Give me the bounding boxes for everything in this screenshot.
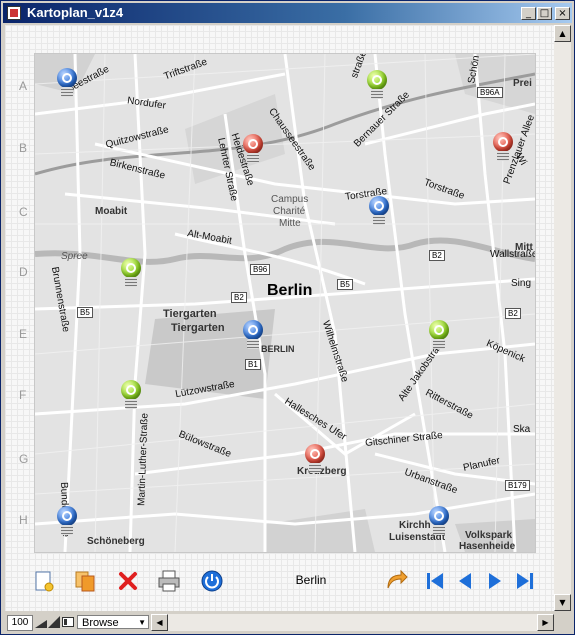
district-label: BERLIN — [261, 344, 295, 354]
new-document-icon[interactable] — [32, 569, 56, 593]
last-record-icon[interactable] — [513, 569, 537, 593]
district-label: Hasenheide — [459, 541, 516, 552]
map-pin-blue[interactable] — [241, 320, 265, 350]
app-window: Kartoplan_v1z4 _ □ × 1 2 3 4 5 6 7 8 A B… — [0, 0, 575, 635]
first-record-icon[interactable] — [423, 569, 447, 593]
row-header: C — [19, 205, 28, 219]
scroll-right-button[interactable]: ▶ — [537, 614, 554, 631]
road-shield: B2 — [505, 308, 521, 319]
close-button[interactable]: × — [555, 7, 570, 20]
record-title: Berlin — [295, 573, 327, 587]
road-shield: B96A — [477, 87, 503, 98]
road-shield: B5 — [77, 307, 93, 318]
zoom-level[interactable]: 100 — [7, 615, 33, 631]
road-shield: B2 — [429, 250, 445, 261]
district-label: Campus — [271, 194, 309, 205]
status-bar: 100 Browse ▼ — [5, 614, 151, 631]
power-icon[interactable] — [200, 569, 224, 593]
vertical-scrollbar[interactable]: ▲ ▼ — [554, 25, 571, 611]
print-icon[interactable] — [157, 569, 181, 593]
road-shield: B2 — [231, 292, 247, 303]
map-pin-red[interactable] — [241, 134, 265, 164]
map-pin-green[interactable] — [119, 380, 143, 410]
scroll-left-button[interactable]: ◀ — [151, 614, 168, 631]
map-pin-blue[interactable] — [55, 68, 79, 98]
zoom-in-icon[interactable] — [48, 616, 60, 628]
pin-icon — [121, 258, 141, 278]
map-pin-blue[interactable] — [55, 506, 79, 536]
road-shield: B5 — [337, 279, 353, 290]
map-pin-red[interactable] — [491, 132, 515, 162]
chevron-down-icon: ▼ — [138, 618, 146, 627]
water-label: Spree — [61, 251, 88, 262]
row-header: H — [19, 513, 28, 527]
pin-icon — [57, 506, 77, 526]
map-pin-green[interactable] — [427, 320, 451, 350]
previous-record-icon[interactable] — [453, 569, 477, 593]
map-pin-red[interactable] — [303, 444, 327, 474]
district-label: Volkspark — [465, 530, 513, 541]
minimize-button[interactable]: _ — [521, 7, 536, 20]
status-toolbar-icon[interactable] — [62, 616, 74, 628]
district-label: Schöneberg — [87, 536, 145, 547]
zoom-out-icon[interactable] — [35, 616, 47, 628]
road-shield: B179 — [505, 480, 530, 491]
map-pin-blue[interactable] — [367, 196, 391, 226]
row-header: B — [19, 141, 28, 155]
district-label: Tiergarten — [171, 322, 225, 334]
district-label: Charité — [273, 206, 306, 217]
pin-icon — [243, 134, 263, 154]
window-title: Kartoplan_v1z4 — [27, 5, 124, 20]
city-label: Berlin — [267, 282, 313, 299]
district-label: Kirchh — [399, 520, 431, 531]
next-record-icon[interactable] — [483, 569, 507, 593]
pin-icon — [367, 70, 387, 90]
row-header: F — [19, 388, 27, 402]
row-header: A — [19, 79, 28, 93]
road-shield: B96 — [250, 264, 271, 275]
undo-icon[interactable] — [384, 568, 408, 592]
road-shield: B1 — [245, 359, 261, 370]
mode-select[interactable]: Browse ▼ — [77, 615, 149, 629]
delete-icon[interactable] — [116, 569, 140, 593]
row-header: E — [19, 327, 28, 341]
scroll-down-button[interactable]: ▼ — [554, 594, 571, 611]
map-pin-blue[interactable] — [427, 506, 451, 536]
mode-label: Browse — [82, 617, 119, 629]
horizontal-scrollbar[interactable]: ◀ ▶ — [151, 614, 554, 631]
street-label: Ska — [513, 424, 531, 435]
district-label: Sing — [511, 278, 532, 289]
district-label: Prei — [513, 78, 532, 89]
map-pin-green[interactable] — [365, 70, 389, 100]
district-label: Moabit — [95, 206, 128, 217]
row-header: D — [19, 265, 28, 279]
pin-icon — [429, 320, 449, 340]
pin-icon — [57, 68, 77, 88]
pin-icon — [429, 506, 449, 526]
district-label: Mitte — [279, 218, 301, 229]
copy-icon[interactable] — [73, 569, 97, 593]
row-header: G — [19, 452, 29, 466]
pin-icon — [493, 132, 513, 152]
district-label: Mitt — [515, 242, 533, 253]
scroll-up-button[interactable]: ▲ — [554, 25, 571, 42]
app-icon — [7, 6, 21, 20]
map-pin-green[interactable] — [119, 258, 143, 288]
pin-icon — [121, 380, 141, 400]
district-label: Tiergarten — [163, 308, 217, 320]
pin-icon — [369, 196, 389, 216]
city-map[interactable]: Seestraße Triftstraße Nordufer Quitzowst… — [34, 53, 536, 553]
pin-icon — [305, 444, 325, 464]
title-bar[interactable]: Kartoplan_v1z4 _ □ × — [3, 3, 572, 23]
pin-icon — [243, 320, 263, 340]
maximize-button[interactable]: □ — [537, 7, 552, 20]
